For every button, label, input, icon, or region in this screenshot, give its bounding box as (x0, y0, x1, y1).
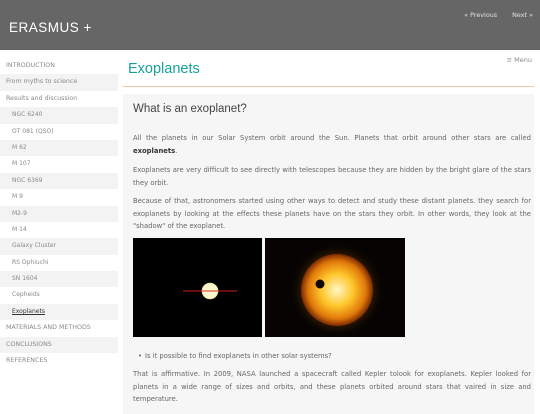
sidebar-item-exoplanets[interactable]: Exoplanets (0, 303, 118, 321)
sidebar-item-introduction[interactable]: INTRODUCTION (0, 58, 118, 74)
sidebar-item-m14[interactable]: M 14 (0, 222, 118, 238)
transit-diagram-image (133, 238, 262, 337)
star-transit-photo (265, 238, 405, 337)
transit-diagram (133, 238, 262, 337)
sidebar-item-references[interactable]: REFERENCES (0, 353, 118, 369)
sidebar-item-galaxy-cluster[interactable]: Galaxy Cluster (0, 238, 118, 255)
pager: « Previous Next » (451, 11, 533, 19)
sidebar-item-m107[interactable]: M 107 (0, 156, 118, 172)
content-panel: What is an exoplanet? All the planets in… (123, 94, 534, 414)
exoplanets-term: exoplanets (133, 146, 176, 155)
next-link[interactable]: Next » (512, 11, 533, 19)
sidebar-item-m9[interactable]: M 9 (0, 189, 118, 205)
paragraph-difficulty: Exoplanets are very difficult to see dir… (133, 166, 531, 187)
sidebar-item-myths[interactable]: From myths to science (0, 74, 118, 91)
sidebar-item-m62[interactable]: M 62 (0, 139, 118, 157)
sidebar-item-cepheids[interactable]: Cepheids (0, 287, 118, 303)
page-title: Exoplanets (128, 61, 200, 77)
sidebar-item-m2-9[interactable]: M2-9 (0, 205, 118, 222)
paragraph-intro: All the planets in our Solar System orbi… (133, 134, 531, 155)
question-bullet: Is it possible to find exoplanets in oth… (138, 352, 332, 360)
paragraph-methods: Because of that, astronomers started usi… (133, 197, 531, 230)
sidebar-nav: INTRODUCTION From myths to science Resul… (0, 58, 118, 369)
sidebar-item-ngc6240[interactable]: NGC 6240 (0, 107, 118, 124)
sidebar-item-rs-ophiuchi[interactable]: RS Ophiuchi (0, 255, 118, 271)
title-divider (123, 86, 534, 87)
sidebar-item-conclusions[interactable]: CONCLUSIONS (0, 336, 118, 354)
previous-link[interactable]: « Previous (464, 11, 497, 19)
sidebar-item-sn1604[interactable]: SN 1604 (0, 271, 118, 288)
menu-button[interactable]: ≡ Menu (507, 56, 532, 64)
site-brand[interactable]: ERASMUS + (9, 20, 92, 35)
sidebar-item-ot081[interactable]: OT 081 (QSO) (0, 124, 118, 140)
sidebar-item-materials[interactable]: MATERIALS AND METHODS (0, 320, 118, 336)
paragraph-kepler: That is affirmative. In 2009, NASA launc… (133, 370, 531, 403)
top-header: ERASMUS + « Previous Next » (0, 0, 540, 50)
sidebar-item-results[interactable]: Results and discussion (0, 91, 118, 107)
sidebar-item-ngc6369[interactable]: NGC 6369 (0, 172, 118, 190)
star-transit-illustration (265, 238, 405, 337)
section-heading: What is an exoplanet? (133, 103, 247, 115)
